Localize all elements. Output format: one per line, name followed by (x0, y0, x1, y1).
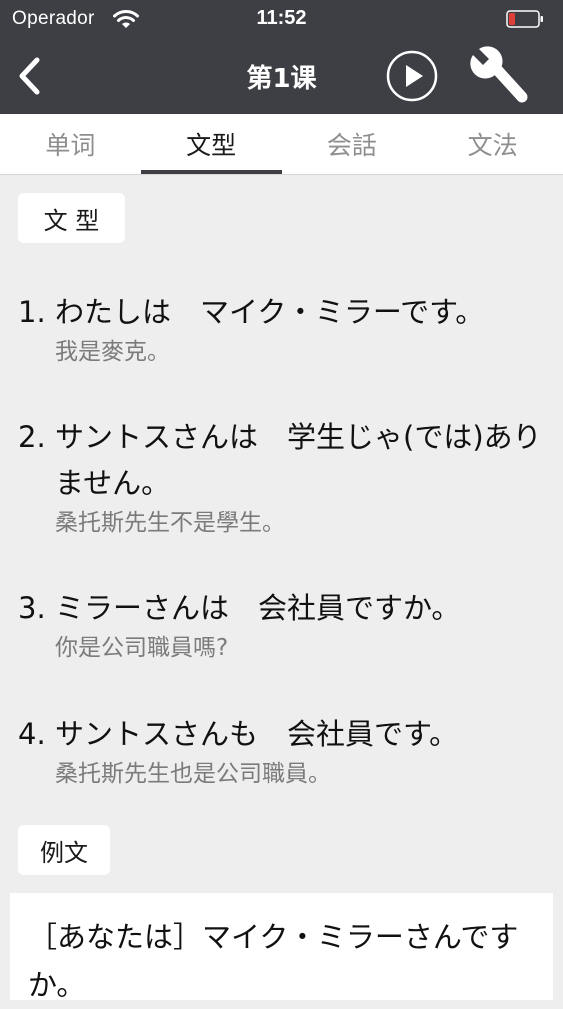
play-audio-button[interactable] (385, 49, 439, 103)
tab-bar: 单词 文型 会話 文法 (0, 114, 563, 175)
sentence-item-2[interactable]: 2. サントスさんは 学生じゃ(では)ありません。 桑托斯先生不是學生。 (18, 414, 548, 540)
sentence-number: 3. (18, 591, 46, 625)
sentence-item-3[interactable]: 3. ミラーさんは 会社員ですか。 你是公司職員嗎? (18, 585, 548, 665)
tab-sentence-patterns[interactable]: 文型 (140, 114, 282, 174)
example-sentence-text: ［あなたは］マイク・ミラーさんですか。 (28, 920, 519, 1002)
tab-vocabulary[interactable]: 单词 (0, 114, 141, 174)
sentence-translation: 桑托斯先生也是公司職員。 (55, 761, 331, 787)
wrench-icon (470, 46, 528, 103)
sentence-translation: 你是公司職員嗎? (55, 635, 229, 661)
battery-icon (506, 10, 543, 28)
status-time: 11:52 (256, 7, 307, 29)
example-sentence-card[interactable]: ［あなたは］マイク・ミラーさんですか。 (10, 893, 553, 1002)
sentence-item-4[interactable]: 4. サントスさんも 会社員です。 桑托斯先生也是公司職員。 (18, 711, 548, 791)
tab-conversation[interactable]: 会話 (282, 114, 423, 174)
tab-grammar[interactable]: 文法 (422, 114, 563, 174)
sentence-item-1[interactable]: 1. わたしは マイク・ミラーです。 我是麥克。 (18, 289, 548, 369)
sentence-japanese: ミラーさんは 会社員ですか。 (55, 591, 461, 625)
sentence-japanese: サントスさんは 学生じゃ(では)ありません。 (55, 420, 542, 500)
sentence-number: 4. (18, 717, 46, 751)
sentence-number: 2. (18, 420, 46, 454)
sentence-japanese: サントスさんも 会社員です。 (55, 717, 459, 751)
navigation-bar: 第1课 (0, 40, 563, 114)
status-bar: Operador 11:52 (0, 0, 563, 40)
sentence-japanese: わたしは マイク・ミラーです。 (55, 295, 485, 329)
section-label-examples: 例文 (18, 825, 110, 875)
play-circle-icon (386, 50, 438, 102)
sentence-translation: 桑托斯先生不是學生。 (55, 510, 285, 536)
sentence-number: 1. (18, 295, 46, 329)
sentence-translation: 我是麥克。 (55, 339, 170, 365)
settings-button[interactable] (466, 42, 532, 108)
section-label-patterns: 文 型 (18, 193, 125, 243)
